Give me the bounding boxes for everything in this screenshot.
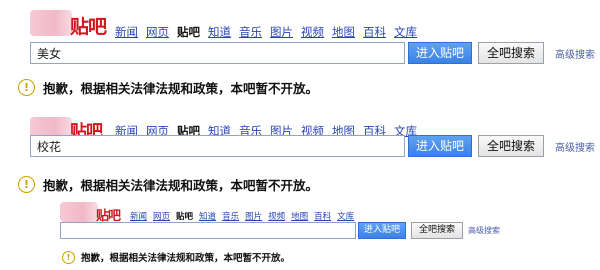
nav-wenku[interactable]: 文库 bbox=[394, 25, 417, 39]
nav-baike[interactable]: 百科 bbox=[314, 212, 331, 222]
search-all-button[interactable]: 全吧搜索 bbox=[478, 42, 544, 64]
notice-text: 抱歉，根据相关法律法规和政策，本吧暂不开放。 bbox=[43, 81, 319, 96]
nav-tieba[interactable]: 贴吧 bbox=[177, 25, 200, 39]
nav-music[interactable]: 音乐 bbox=[222, 212, 239, 222]
warning-icon: ! bbox=[62, 250, 75, 264]
advanced-search-link[interactable]: 高级搜索 bbox=[468, 225, 500, 236]
nav-bar: 新闻 网页 贴吧 知道 音乐 图片 视频 地图 百科 文库 bbox=[130, 210, 354, 222]
notice-text: 抱歉，根据相关法律法规和政策，本吧暂不开放。 bbox=[43, 178, 319, 193]
search-input[interactable]: 美女 bbox=[30, 42, 405, 64]
notice: ! 抱歉，根据相关法律法规和政策，本吧暂不开放。 bbox=[18, 175, 318, 194]
nav-video[interactable]: 视频 bbox=[301, 25, 324, 39]
nav-tieba[interactable]: 贴吧 bbox=[176, 212, 193, 222]
nav-news[interactable]: 新闻 bbox=[130, 212, 147, 222]
warning-icon: ! bbox=[18, 79, 35, 96]
nav-wenku[interactable]: 文库 bbox=[337, 212, 354, 222]
nav-baike[interactable]: 百科 bbox=[363, 25, 386, 39]
nav-map[interactable]: 地图 bbox=[291, 212, 308, 222]
advanced-search-link[interactable]: 高级搜索 bbox=[555, 46, 595, 61]
search-input[interactable] bbox=[60, 222, 356, 239]
search-all-button[interactable]: 全吧搜索 bbox=[411, 222, 463, 239]
tieba-logo[interactable]: 贴吧 bbox=[70, 12, 107, 39]
nav-music[interactable]: 音乐 bbox=[239, 25, 262, 39]
nav-web[interactable]: 网页 bbox=[153, 212, 170, 222]
nav-zhidao[interactable]: 知道 bbox=[199, 212, 216, 222]
search-input[interactable]: 校花 bbox=[30, 135, 405, 157]
enter-tieba-button[interactable]: 进入贴吧 bbox=[408, 42, 472, 64]
nav-map[interactable]: 地图 bbox=[332, 25, 355, 39]
nav-news[interactable]: 新闻 bbox=[115, 25, 138, 39]
warning-icon: ! bbox=[18, 176, 35, 193]
nav-zhidao[interactable]: 知道 bbox=[208, 25, 231, 39]
nav-video[interactable]: 视频 bbox=[268, 212, 285, 222]
nav-image[interactable]: 图片 bbox=[270, 25, 293, 39]
notice-text: 抱歉，根据相关法律法规和政策，本吧暂不开放。 bbox=[81, 253, 291, 264]
notice: ! 抱歉，根据相关法律法规和政策，本吧暂不开放。 bbox=[62, 250, 290, 264]
enter-tieba-button[interactable]: 进入贴吧 bbox=[408, 135, 472, 157]
nav-bar: 新闻 网页 贴吧 知道 音乐 图片 视频 地图 百科 文库 bbox=[115, 24, 417, 40]
notice: ! 抱歉，根据相关法律法规和政策，本吧暂不开放。 bbox=[18, 78, 318, 97]
search-all-button[interactable]: 全吧搜索 bbox=[478, 135, 544, 157]
logo-blur bbox=[60, 202, 98, 222]
enter-tieba-button[interactable]: 进入贴吧 bbox=[358, 222, 406, 239]
logo-blur bbox=[30, 10, 72, 36]
nav-image[interactable]: 图片 bbox=[245, 212, 262, 222]
nav-web[interactable]: 网页 bbox=[146, 25, 169, 39]
advanced-search-link[interactable]: 高级搜索 bbox=[555, 139, 595, 154]
